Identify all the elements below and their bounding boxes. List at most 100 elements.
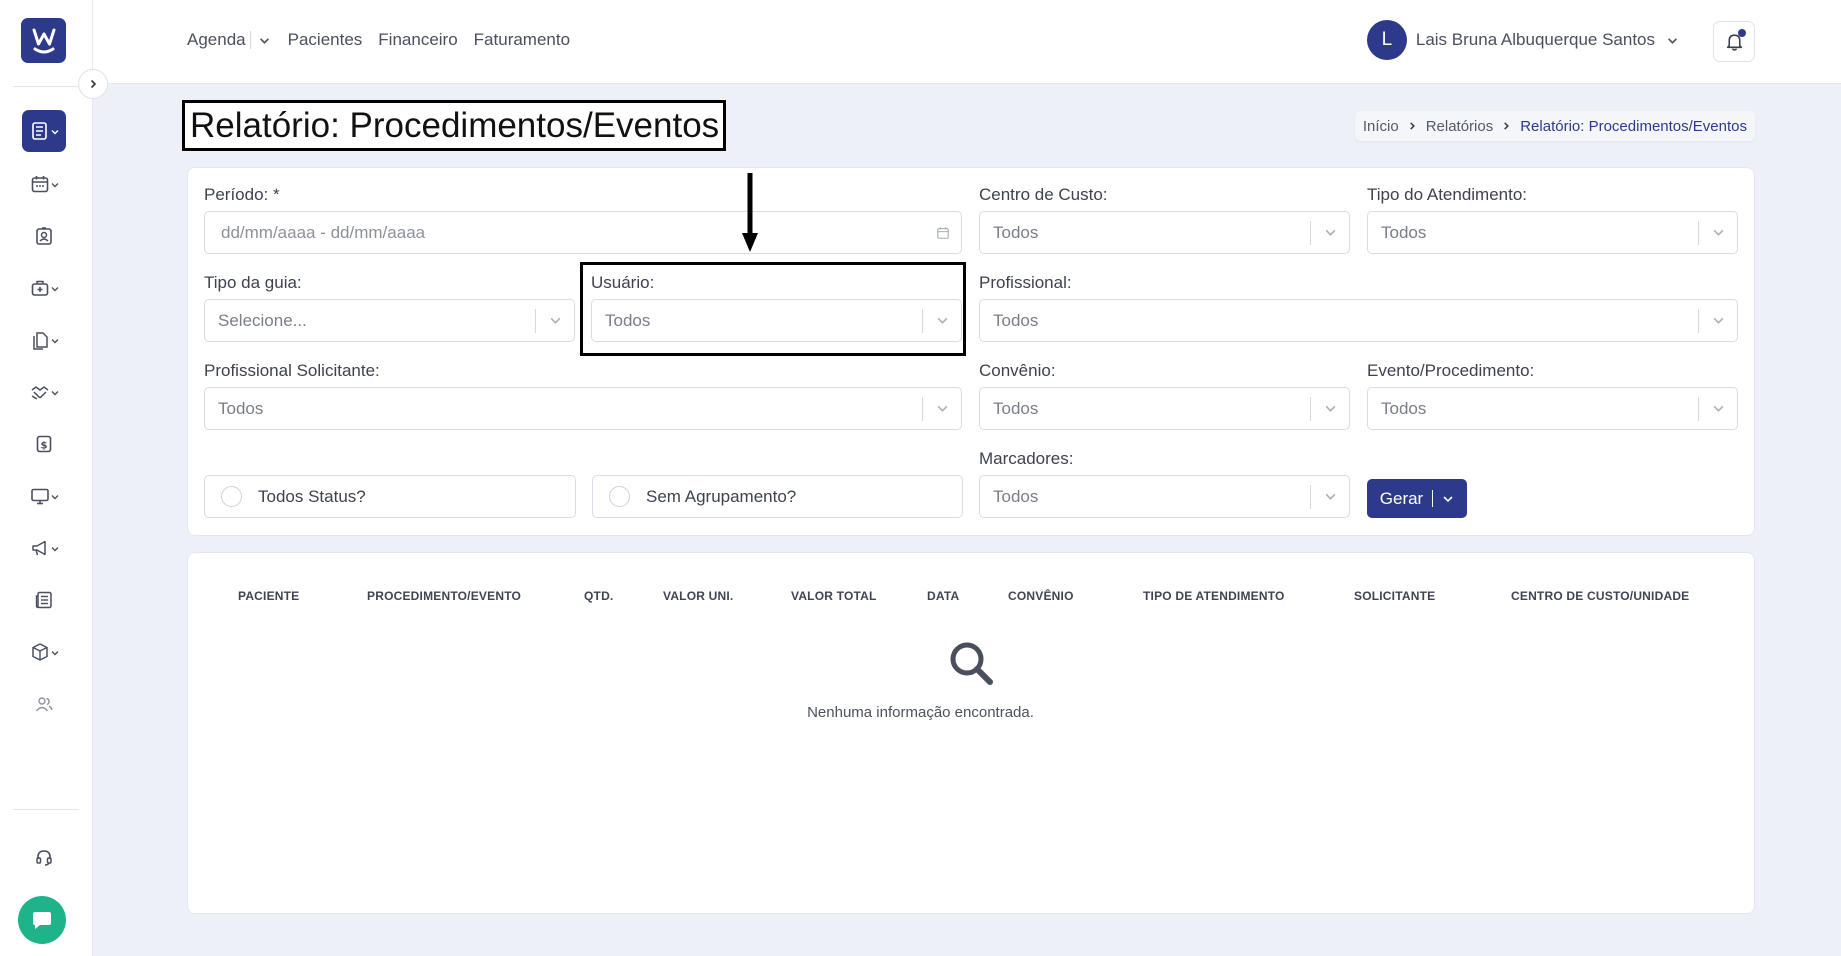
marcadores-label: Marcadores:	[979, 449, 1074, 468]
convenio-label: Convênio:	[979, 361, 1056, 380]
nav-financeiro[interactable]: Financeiro	[378, 30, 457, 50]
evento-procedimento-select[interactable]: Todos	[1367, 387, 1738, 430]
chevron-down-icon	[51, 651, 58, 656]
sidebar-item-marketing[interactable]	[22, 527, 66, 569]
sidebar-item-monitor[interactable]	[22, 475, 66, 517]
newspaper-icon	[35, 591, 52, 609]
column-header-tipo-atendimento[interactable]: TIPO DE ATENDIMENTO	[1143, 589, 1285, 603]
chat-button[interactable]	[18, 896, 66, 944]
tipo-atendimento-select[interactable]: Todos	[1367, 211, 1738, 254]
sidebar-item-inventory[interactable]	[22, 631, 66, 673]
sidebar-item-finance[interactable]: $	[22, 423, 66, 465]
nav-agenda[interactable]: Agenda	[187, 30, 270, 50]
tipo-guia-select[interactable]: Selecione...	[204, 299, 575, 342]
column-header-convenio[interactable]: CONVÊNIO	[1008, 589, 1074, 603]
chevron-down-icon	[1699, 402, 1737, 415]
svg-text:$: $	[41, 441, 48, 452]
breadcrumb-home[interactable]: Início	[1363, 118, 1399, 135]
avatar: L	[1366, 20, 1407, 60]
sidebar-item-reports[interactable]	[22, 110, 66, 152]
patient-badge-icon	[36, 227, 52, 245]
profissional-select[interactable]: Todos	[979, 299, 1738, 342]
chevron-down-icon	[1311, 490, 1349, 503]
centro-custo-select[interactable]: Todos	[979, 211, 1350, 254]
sidebar-item-support[interactable]	[22, 836, 66, 878]
chevron-down-icon[interactable]	[259, 35, 270, 46]
headset-icon	[36, 850, 52, 866]
chevron-down-icon	[51, 339, 58, 344]
chevron-down-icon	[51, 287, 58, 292]
nav-separator	[249, 31, 251, 49]
column-header-valor-uni[interactable]: VALOR UNI.	[663, 589, 733, 603]
gerar-button[interactable]: Gerar	[1367, 479, 1467, 518]
tipo-atendimento-label: Tipo do Atendimento:	[1367, 185, 1528, 204]
dollar-icon: $	[36, 435, 52, 453]
nav-faturamento[interactable]: Faturamento	[474, 30, 570, 50]
sidebar-item-news[interactable]	[22, 579, 66, 621]
profissional-solicitante-select[interactable]: Todos	[204, 387, 962, 430]
usuario-label: Usuário:	[591, 273, 655, 292]
nav-pacientes[interactable]: Pacientes	[288, 30, 363, 50]
convenio-value: Todos	[993, 398, 1039, 418]
documents-icon	[32, 332, 48, 350]
chevron-right-icon	[1504, 122, 1510, 130]
profissional-value: Todos	[993, 310, 1039, 330]
sidebar-item-medical[interactable]	[22, 267, 66, 309]
chevron-right-icon	[90, 79, 97, 89]
usuario-value: Todos	[605, 310, 651, 330]
chevron-down-icon	[923, 314, 961, 327]
radio-circle[interactable]	[609, 486, 630, 507]
breadcrumb-reports[interactable]: Relatórios	[1426, 118, 1494, 135]
periodo-input[interactable]: dd/mm/aaaa - dd/mm/aaaa	[204, 211, 962, 254]
chevron-down-icon	[51, 130, 58, 135]
annotation-arrow-icon	[742, 173, 758, 252]
tipo-guia-value: Selecione...	[218, 310, 307, 330]
chevron-down-icon	[1311, 402, 1349, 415]
sidebar-item-partners[interactable]	[22, 371, 66, 413]
chevron-right-icon	[1409, 122, 1415, 130]
marcadores-select[interactable]: Todos	[979, 475, 1350, 518]
chat-icon	[33, 912, 51, 929]
chevron-down-icon	[1699, 226, 1737, 239]
calendar-icon	[31, 176, 48, 193]
evento-procedimento-label: Evento/Procedimento:	[1367, 361, 1535, 380]
column-header-procedimento[interactable]: PROCEDIMENTO/EVENTO	[367, 589, 521, 603]
column-header-qtd[interactable]: QTD.	[584, 589, 613, 603]
sem-agrupamento-checkbox[interactable]: Sem Agrupamento?	[592, 475, 963, 518]
search-icon	[950, 642, 993, 685]
usuario-select[interactable]: Todos	[591, 299, 962, 342]
notifications-button[interactable]	[1713, 21, 1755, 62]
sidebar-toggle-button[interactable]	[78, 69, 108, 99]
chevron-down-icon	[923, 402, 961, 415]
app-logo[interactable]	[21, 18, 66, 63]
chevron-down-icon	[51, 495, 58, 500]
profissional-solicitante-label: Profissional Solicitante:	[204, 361, 380, 380]
evento-procedimento-value: Todos	[1381, 398, 1427, 418]
logo-mark-icon	[32, 28, 55, 53]
nav-agenda-label: Agenda	[187, 30, 246, 49]
user-menu[interactable]: L Lais Bruna Albuquerque Santos	[1366, 20, 1678, 60]
column-header-paciente[interactable]: PACIENTE	[238, 589, 299, 603]
user-name: Lais Bruna Albuquerque Santos	[1415, 30, 1655, 49]
sidebar: $	[0, 0, 93, 956]
column-header-solicitante[interactable]: SOLICITANTE	[1354, 589, 1435, 603]
radio-circle[interactable]	[221, 486, 242, 507]
periodo-label: Período: *	[204, 185, 280, 204]
todos-status-checkbox[interactable]: Todos Status?	[204, 475, 576, 518]
chevron-down-icon	[1668, 37, 1677, 44]
column-header-data[interactable]: DATA	[927, 589, 959, 603]
column-header-valor-total[interactable]: VALOR TOTAL	[791, 589, 877, 603]
sidebar-item-calendar[interactable]	[22, 163, 66, 205]
sidebar-divider	[13, 86, 79, 87]
column-header-centro-custo[interactable]: CENTRO DE CUSTO/UNIDADE	[1511, 589, 1689, 603]
sidebar-item-patients[interactable]	[22, 215, 66, 257]
convenio-select[interactable]: Todos	[979, 387, 1350, 430]
sidebar-divider	[13, 809, 79, 810]
sidebar-item-documents[interactable]	[22, 319, 66, 361]
profissional-solicitante-value: Todos	[218, 398, 264, 418]
chevron-down-icon[interactable]	[1442, 493, 1454, 505]
box-icon	[31, 643, 48, 661]
handshake-icon	[31, 386, 48, 400]
chevron-down-icon	[536, 314, 574, 327]
chevron-down-icon	[51, 391, 58, 396]
